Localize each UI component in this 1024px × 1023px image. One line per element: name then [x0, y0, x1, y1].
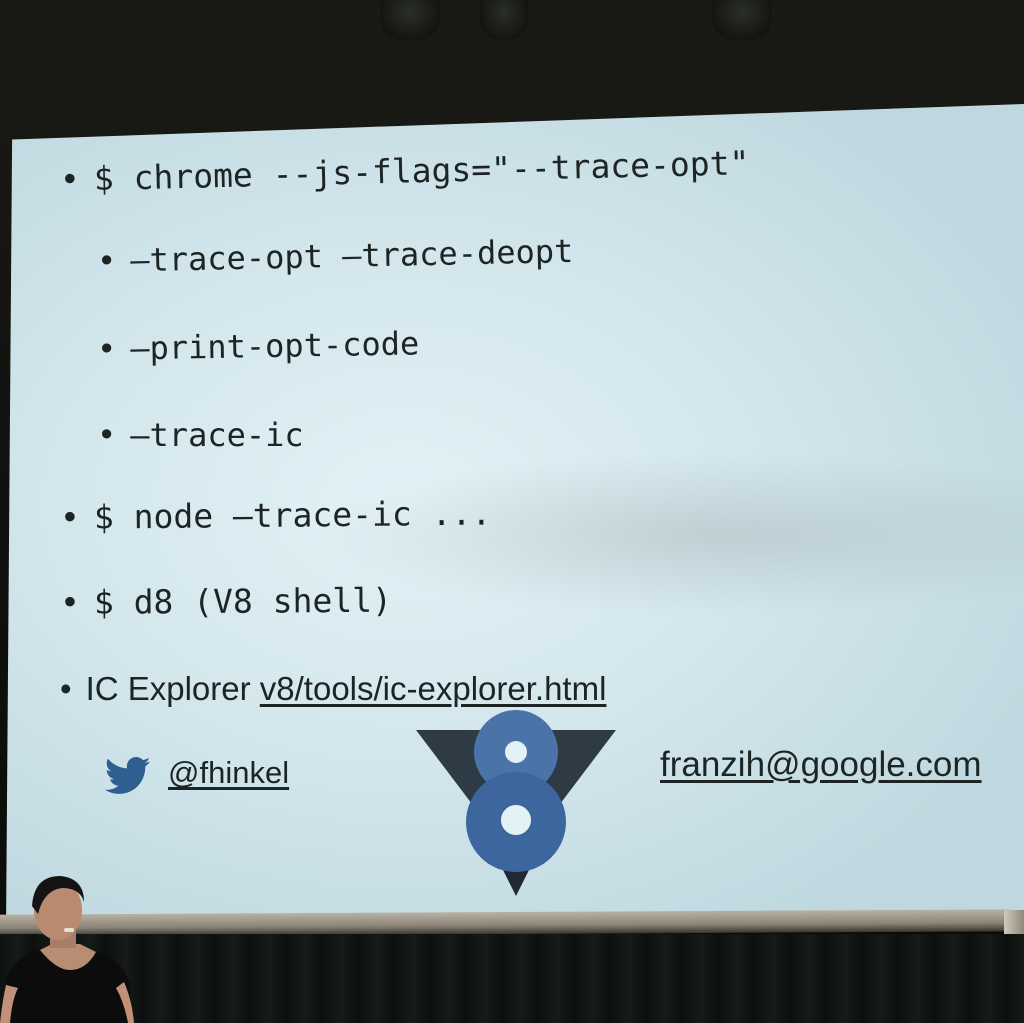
v8-logo: [416, 710, 616, 896]
bullet-text: $ node —trace-ic ...: [93, 493, 492, 537]
bullet-marker: •: [59, 497, 81, 537]
speaker-person: [0, 876, 134, 1023]
slide-subbullet-3: • —trace-ic: [97, 416, 304, 454]
bullet-marker: •: [60, 670, 72, 707]
slide-bullet-ic-explorer: • IC Explorer v8/tools/ic-explorer.html: [60, 670, 606, 708]
ceiling-lamp: [480, 0, 528, 40]
email-link[interactable]: franzih@google.com: [660, 745, 982, 785]
bullet-marker: •: [96, 241, 117, 280]
bullet-marker: •: [59, 159, 81, 199]
twitter-icon: [105, 757, 151, 794]
slide-bullet-2: • $ node —trace-ic ...: [60, 493, 492, 537]
ceiling-lamp: [380, 0, 440, 40]
ic-explorer-link[interactable]: v8/tools/ic-explorer.html: [260, 670, 607, 707]
ceiling-lamp: [712, 0, 772, 40]
slide-subbullet-2: • —print-opt-code: [97, 324, 420, 368]
bullet-marker: •: [96, 329, 117, 368]
slide-bullet-3: • $ d8 (V8 shell): [60, 581, 392, 622]
bullet-text: $ d8 (V8 shell): [93, 580, 393, 622]
bullet-marker: •: [97, 416, 117, 454]
bullet-text: —trace-ic: [130, 416, 304, 454]
photo-scene: • $ chrome --js-flags="--trace-opt" • —tra…: [0, 0, 1024, 1023]
ic-explorer-label: IC Explorer: [85, 670, 260, 707]
screen-frame-bottom: [0, 909, 1010, 937]
twitter-handle-link[interactable]: @fhinkel: [168, 755, 289, 791]
bullet-marker: •: [59, 582, 81, 622]
bullet-text: —print-opt-code: [129, 324, 420, 368]
stage-curtain: [0, 934, 1024, 1023]
